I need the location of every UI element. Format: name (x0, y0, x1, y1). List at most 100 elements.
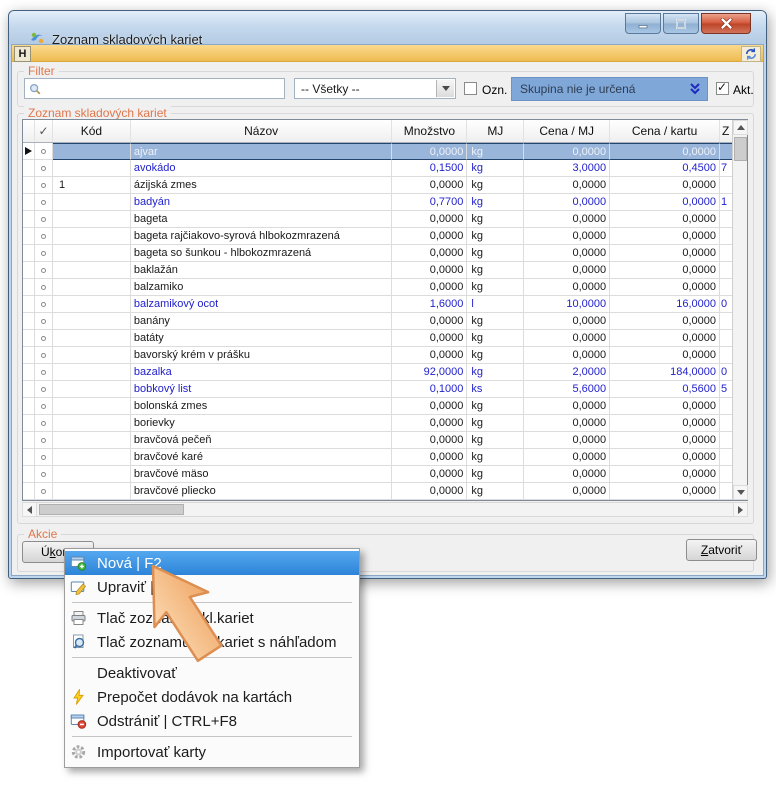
table-row[interactable]: ajvar0,0000kg0,00000,0000 (23, 143, 733, 160)
table-row[interactable]: bavorský krém v prášku0,0000kg0,00000,00… (23, 347, 733, 364)
table-row[interactable]: banány0,0000kg0,00000,0000 (23, 313, 733, 330)
cell-num c-cena-kartu: 0,0000 (610, 245, 720, 262)
table-row[interactable]: badyán0,7700kg0,00000,00001 (23, 194, 733, 211)
cell-kod (53, 449, 131, 466)
row-status-icon (41, 370, 46, 375)
table-row[interactable]: bazalka92,0000kg2,0000184,00000 (23, 364, 733, 381)
printer-icon (70, 610, 90, 626)
cell-kod (53, 398, 131, 415)
table-row[interactable]: bolonská zmes0,0000kg0,00000,0000 (23, 398, 733, 415)
menu-item[interactable]: Importovať karty (65, 740, 359, 764)
row-status-icon (41, 302, 46, 307)
refresh-button[interactable] (741, 46, 761, 62)
col-header-mj[interactable]: MJ (467, 120, 524, 142)
group-picker[interactable]: Skupina nie je určená (511, 77, 708, 101)
col-header-kod[interactable]: Kód (53, 120, 131, 142)
scroll-down-button[interactable] (733, 485, 748, 500)
cell-mj: kg (467, 330, 524, 347)
col-header-mnozstvo[interactable]: Množstvo (392, 120, 467, 142)
scroll-up-button[interactable] (733, 120, 748, 135)
ozn-checkbox[interactable] (464, 82, 477, 95)
akt-checkbox[interactable]: ✓ (716, 82, 729, 95)
cell-kod (53, 262, 131, 279)
cell-num c-cena-kartu: 0,5600 (610, 381, 720, 398)
row-status-icon (41, 387, 46, 392)
zatvorit-button[interactable]: Zatvoriť (686, 539, 757, 561)
cell-mj: l (467, 296, 524, 313)
table-row[interactable]: batáty0,0000kg0,00000,0000 (23, 330, 733, 347)
horizontal-scrollbar[interactable] (22, 502, 748, 517)
cell-nazov: badyán (131, 194, 393, 211)
menu-item-label: Deaktivovať (97, 665, 177, 682)
cell-kod (53, 466, 131, 483)
menu-item[interactable]: Nová | F2 (65, 551, 359, 575)
no-icon (70, 665, 90, 681)
table-row[interactable]: balzamiko0,0000kg0,00000,0000 (23, 279, 733, 296)
menu-item[interactable]: Deaktivovať (65, 661, 359, 685)
table-row[interactable]: balzamikový ocot1,6000l10,000016,00000 (23, 296, 733, 313)
row-status-icon (41, 200, 46, 205)
cell-kod (53, 211, 131, 228)
horizontal-scroll-thumb[interactable] (39, 504, 184, 515)
scroll-right-button[interactable] (733, 502, 748, 517)
search-input[interactable] (42, 80, 284, 97)
table-row[interactable]: baklažán0,0000kg0,00000,0000 (23, 262, 733, 279)
menu-item[interactable]: Upraviť | F4 (65, 575, 359, 599)
h-toolbar-button[interactable]: H (14, 46, 31, 62)
gear-icon (70, 744, 90, 760)
menu-item-label: Tlač zoznamu skl.kariet s náhľadom (97, 634, 336, 651)
search-icon (28, 82, 42, 96)
cell-num c-mnozstvo: 0,0000 (392, 449, 467, 466)
cell-kod (53, 313, 131, 330)
col-header-check[interactable]: ✓ (35, 120, 53, 142)
cell-kod (53, 381, 131, 398)
menu-item[interactable]: Tlač zoznamu skl.kariet (65, 606, 359, 630)
cell-num c-mnozstvo: 0,0000 (392, 432, 467, 449)
cell-mj: kg (467, 466, 524, 483)
cell-mj: kg (467, 194, 524, 211)
cell-num c-mnozstvo: 0,1500 (392, 160, 467, 177)
cell-kod (53, 279, 131, 296)
context-menu: Nová | F2Upraviť | F4 Tlač zoznamu skl.ka… (64, 548, 360, 768)
table-row[interactable]: avokádo0,1500kg3,00000,45007 (23, 160, 733, 177)
col-header-nazov[interactable]: Názov (131, 120, 393, 142)
cell-ind (23, 415, 35, 432)
maximize-button[interactable] (663, 13, 699, 34)
grid-header: ✓ Kód Názov Množstvo MJ Cena / MJ Cena /… (23, 120, 733, 143)
table-row[interactable]: bravčové karé0,0000kg0,00000,0000 (23, 449, 733, 466)
cell-nazov: banány (131, 313, 393, 330)
vertical-scrollbar[interactable] (732, 120, 747, 500)
table-row[interactable]: bageta0,0000kg0,00000,0000 (23, 211, 733, 228)
table-row[interactable]: bravčové mäso0,0000kg0,00000,0000 (23, 466, 733, 483)
minimize-button[interactable] (625, 13, 661, 34)
cell-num c-cena-mj: 0,0000 (524, 466, 610, 483)
table-row[interactable]: bravčová pečeň0,0000kg0,00000,0000 (23, 432, 733, 449)
akt-checkbox-label: Akt. (733, 83, 754, 97)
cell-num c-cena-mj: 0,0000 (524, 279, 610, 296)
vertical-scroll-thumb[interactable] (734, 137, 747, 161)
akt-checkbox-check: ✓ (717, 80, 727, 94)
menu-item[interactable]: Odstrániť | CTRL+F8 (65, 709, 359, 733)
col-header-cena-mj[interactable]: Cena / MJ (524, 120, 610, 142)
menu-separator (72, 602, 352, 603)
scroll-left-button[interactable] (22, 502, 37, 517)
col-header-cena-kartu[interactable]: Cena / kartu (610, 120, 720, 142)
table-row[interactable]: bageta so šunkou - hlbokozmrazená0,0000k… (23, 245, 733, 262)
category-select[interactable]: -- Všetky -- (294, 78, 456, 99)
close-button[interactable] (701, 13, 751, 34)
category-select-dropdown-button[interactable] (436, 80, 454, 97)
table-row[interactable]: bravčové pliecko0,0000kg0,00000,0000 (23, 483, 733, 500)
cell-mj: ks (467, 381, 524, 398)
menu-item[interactable]: Prepočet dodávok na kartách (65, 685, 359, 709)
cell-num c-mnozstvo: 0,0000 (392, 177, 467, 194)
table-row[interactable]: bobkový list0,1000ks5,60000,56005 (23, 381, 733, 398)
cell-num c-cena-mj: 0,0000 (524, 262, 610, 279)
table-row[interactable]: borievky0,0000kg0,00000,0000 (23, 415, 733, 432)
menu-separator (72, 736, 352, 737)
table-row[interactable]: 1ázijská zmes0,0000kg0,00000,0000 (23, 177, 733, 194)
cell-num c-cena-mj: 0,0000 (524, 330, 610, 347)
menu-item[interactable]: Tlač zoznamu skl.kariet s náhľadom (65, 630, 359, 654)
table-row[interactable]: bageta rajčiakovo-syrová hlbokozmrazená0… (23, 228, 733, 245)
cell-nazov: bageta rajčiakovo-syrová hlbokozmrazená (131, 228, 393, 245)
card-new-icon (70, 555, 90, 571)
